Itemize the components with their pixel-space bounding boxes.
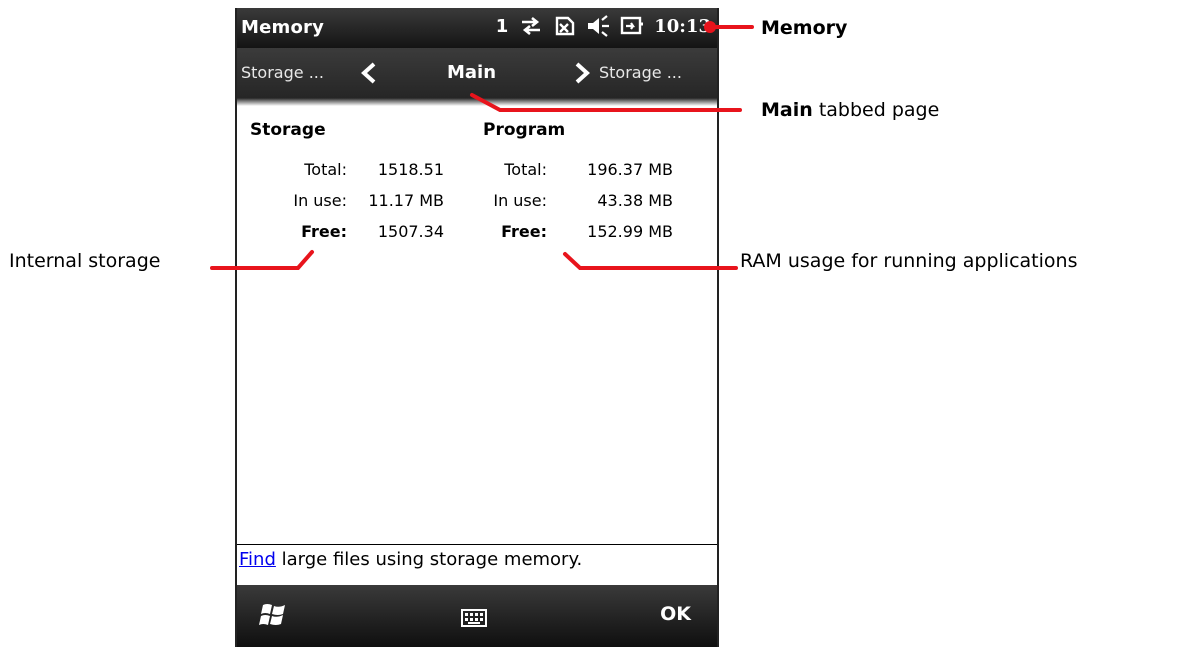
internal-storage-callout-line <box>210 250 314 270</box>
internal-storage-callout-label: Internal storage <box>9 250 161 272</box>
ram-callout-label: RAM usage for running applications <box>740 250 1078 272</box>
memory-callout-label: Memory <box>761 17 848 39</box>
main-callout-bold: Main <box>761 99 813 121</box>
main-callout-line <box>470 93 742 112</box>
memory-callout-dot <box>704 21 716 33</box>
ram-callout-line <box>563 252 738 270</box>
callout-lines <box>210 21 754 270</box>
main-callout-label: Main tabbed page <box>761 99 939 121</box>
main-callout-rest: tabbed page <box>812 99 940 121</box>
